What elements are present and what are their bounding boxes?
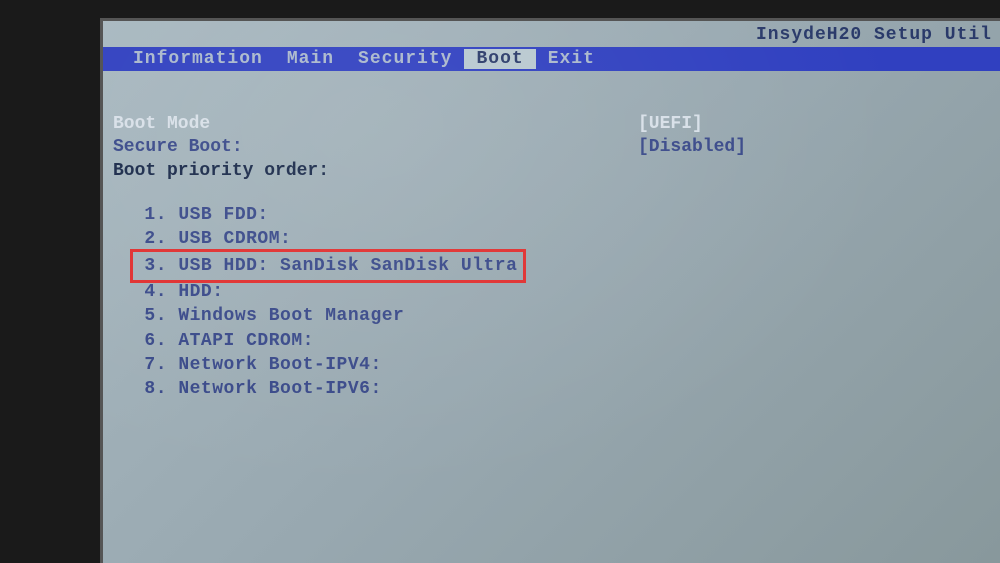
- setting-secure-boot[interactable]: Secure Boot: [Disabled]: [113, 136, 1000, 159]
- boot-item-7[interactable]: 7. Network Boot-IPV4:: [135, 353, 1000, 377]
- secure-boot-label: Secure Boot:: [113, 136, 638, 159]
- boot-mode-value: [UEFI]: [638, 113, 703, 136]
- menu-bar: Information Main Security Boot Exit: [103, 47, 1000, 71]
- menu-boot[interactable]: Boot: [464, 49, 535, 69]
- boot-item-3[interactable]: 3. USB HDD: SanDisk SanDisk Ultra: [135, 252, 1000, 280]
- boot-page-content: Boot Mode [UEFI] Secure Boot: [Disabled]…: [103, 71, 1000, 402]
- boot-num: 6.: [135, 329, 167, 353]
- boot-text: Network Boot-IPV6:: [178, 379, 381, 399]
- boot-item-1[interactable]: 1. USB FDD:: [135, 203, 1000, 227]
- boot-item-4[interactable]: 4. HDD:: [135, 280, 1000, 304]
- boot-text: USB CDROM:: [178, 229, 291, 249]
- boot-text: USB FDD:: [178, 205, 268, 225]
- highlight-box: 3. USB HDD: SanDisk SanDisk Ultra: [130, 249, 526, 283]
- boot-num: 5.: [135, 304, 167, 328]
- secure-boot-value: [Disabled]: [638, 136, 746, 159]
- boot-num: 7.: [135, 353, 167, 377]
- boot-text: Network Boot-IPV4:: [178, 355, 381, 375]
- boot-num: 1.: [135, 203, 167, 227]
- setting-boot-mode[interactable]: Boot Mode [UEFI]: [113, 113, 1000, 136]
- boot-num: 4.: [135, 280, 167, 304]
- boot-priority-label: Boot priority order:: [113, 160, 638, 183]
- boot-num: 3.: [135, 254, 167, 278]
- bios-title: InsydeH20 Setup Util: [103, 21, 1000, 47]
- boot-mode-label: Boot Mode: [113, 113, 638, 136]
- menu-main[interactable]: Main: [275, 49, 346, 69]
- boot-text: HDD:: [178, 282, 223, 302]
- boot-text: Windows Boot Manager: [178, 306, 404, 326]
- boot-text: ATAPI CDROM:: [178, 331, 314, 351]
- boot-item-6[interactable]: 6. ATAPI CDROM:: [135, 329, 1000, 353]
- boot-num: 8.: [135, 377, 167, 401]
- menu-security[interactable]: Security: [346, 49, 464, 69]
- menu-exit[interactable]: Exit: [536, 49, 607, 69]
- boot-item-5[interactable]: 5. Windows Boot Manager: [135, 304, 1000, 328]
- boot-item-8[interactable]: 8. Network Boot-IPV6:: [135, 377, 1000, 401]
- boot-priority-list: 1. USB FDD: 2. USB CDROM: 3. USB HDD: Sa…: [113, 203, 1000, 401]
- bios-screen: InsydeH20 Setup Util Information Main Se…: [100, 18, 1000, 563]
- menu-information[interactable]: Information: [121, 49, 275, 69]
- setting-boot-priority-header: Boot priority order:: [113, 160, 1000, 183]
- boot-text: USB HDD: SanDisk SanDisk Ultra: [178, 256, 517, 276]
